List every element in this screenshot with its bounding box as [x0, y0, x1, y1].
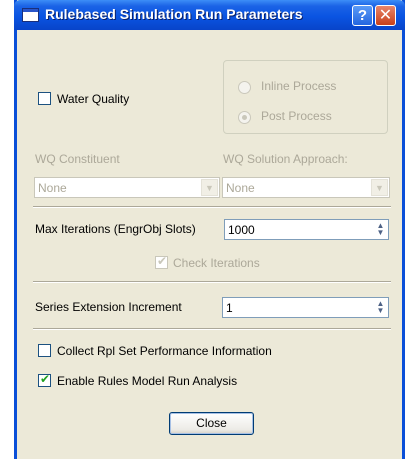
series-extension-value: 1 — [226, 301, 233, 315]
help-button[interactable]: ? — [352, 5, 373, 26]
window-icon — [22, 8, 39, 22]
collect-rpl-label: Collect Rpl Set Performance Information — [57, 344, 272, 358]
check-iterations-checkbox[interactable]: ✔ — [155, 254, 168, 269]
inline-process-radio[interactable] — [238, 81, 251, 94]
wq-solution-label: WQ Solution Approach: — [223, 152, 348, 166]
wq-constituent-select[interactable]: None ▼ — [34, 177, 220, 198]
wq-solution-value: None — [226, 181, 255, 195]
title-bar[interactable]: Rulebased Simulation Run Parameters ? ✕ — [14, 0, 405, 30]
dialog-window: Rulebased Simulation Run Parameters ? ✕ … — [14, 0, 405, 459]
checkmark-icon: ✔ — [40, 372, 51, 386]
water-quality-label: Water Quality — [57, 92, 130, 106]
spinner-arrows-icon[interactable]: ▲ ▼ — [375, 222, 386, 237]
checkmark-icon: ✔ — [157, 254, 168, 268]
wq-constituent-label: WQ Constituent — [35, 152, 120, 166]
max-iterations-label: Max Iterations (EngrObj Slots) — [35, 222, 196, 236]
post-process-radio[interactable] — [238, 111, 251, 124]
check-iterations-label: Check Iterations — [173, 256, 260, 270]
max-iterations-value: 1000 — [228, 223, 255, 237]
inline-process-label: Inline Process — [261, 79, 337, 93]
collect-rpl-checkbox[interactable] — [38, 344, 51, 357]
wq-solution-select[interactable]: None ▼ — [222, 177, 390, 198]
chevron-down-icon[interactable]: ▼ — [371, 179, 388, 196]
separator — [33, 281, 391, 283]
enable-rules-checkbox[interactable]: ✔ — [38, 372, 51, 387]
window-title: Rulebased Simulation Run Parameters — [45, 6, 303, 22]
separator — [33, 328, 391, 330]
chevron-down-icon[interactable]: ▼ — [201, 179, 218, 196]
radio-selected-dot — [242, 115, 247, 120]
water-quality-checkbox[interactable] — [38, 92, 51, 105]
wq-constituent-value: None — [38, 181, 67, 195]
series-extension-spinner[interactable]: 1 ▲ ▼ — [222, 297, 389, 318]
spinner-arrows-icon[interactable]: ▲ ▼ — [375, 300, 386, 315]
max-iterations-spinner[interactable]: 1000 ▲ ▼ — [224, 219, 389, 240]
post-process-label: Post Process — [261, 109, 332, 123]
close-window-button[interactable]: ✕ — [375, 5, 396, 26]
separator — [33, 206, 391, 208]
close-button[interactable]: Close — [169, 412, 254, 435]
enable-rules-label: Enable Rules Model Run Analysis — [57, 374, 238, 388]
series-extension-label: Series Extension Increment — [35, 300, 182, 314]
